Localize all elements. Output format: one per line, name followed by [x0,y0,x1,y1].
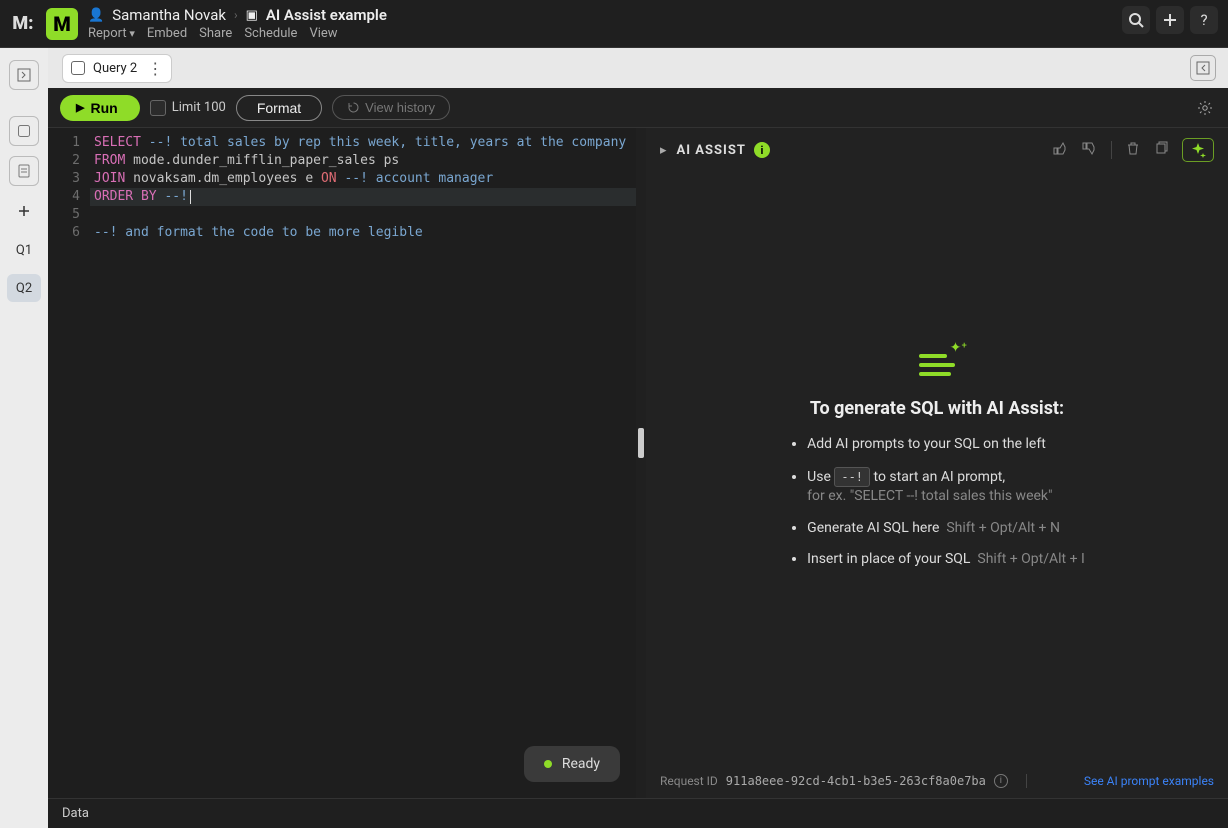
workspace-logo-icon[interactable]: M [46,8,78,40]
user-icon: 👤 [88,8,104,23]
chart-icon [17,124,31,138]
thumbs-up-icon [1053,141,1068,156]
tab-more-button[interactable]: ⋮ [147,59,163,78]
thumbs-up-button[interactable] [1053,141,1068,160]
request-id-label: Request ID [660,774,718,788]
rail-add-button[interactable] [9,196,39,226]
menu-schedule[interactable]: Schedule [244,26,297,41]
ai-hero-icon: ✦⁺ [919,354,955,378]
menu-view[interactable]: View [309,26,337,41]
gear-icon [1197,100,1213,116]
settings-button[interactable] [1194,97,1216,119]
kbd-prompt: --! [834,467,870,488]
panel-toggle-button[interactable] [9,60,39,90]
menu-embed[interactable]: Embed [147,26,187,41]
left-rail: Q1 Q2 [0,48,48,828]
thumbs-down-icon [1082,141,1097,156]
thumbs-down-button[interactable] [1082,141,1097,160]
query-2-tab[interactable]: Q2 [7,274,41,302]
breadcrumb-user[interactable]: Samantha Novak [112,6,226,24]
view-history-button[interactable]: View history [332,95,450,120]
split-handle[interactable] [636,128,646,798]
list-item: Generate AI SQL here Shift + Opt/Alt + N [807,519,1085,539]
status-dot-icon [544,760,552,768]
header-menu: Report Embed Share Schedule View [88,26,387,41]
ai-assist-heading: To generate SQL with AI Assist: [810,398,1064,419]
chevron-right-icon[interactable]: ▸ [660,143,667,158]
editor-gutter: 1 2 3 4 5 6 [48,128,90,798]
panel-toggle-icon [17,68,31,82]
list-item: Add AI prompts to your SQL on the left [807,435,1085,455]
trash-icon [1126,141,1140,155]
list-item: Insert in place of your SQL Shift + Opt/… [807,550,1085,570]
ai-assist-footer: Request ID 911a8eee-92cd-4cb1-b3e5-263cf… [646,764,1228,798]
search-icon [1128,12,1144,28]
data-tab[interactable]: Data [62,806,89,821]
sparkle-icon [1190,142,1206,158]
ai-assist-header: ▸ AI ASSIST i [646,128,1228,172]
panel-collapse-button[interactable] [1190,55,1216,81]
editor-code[interactable]: SELECT --! total sales by rep this week,… [90,128,636,798]
search-button[interactable] [1122,6,1150,34]
limit-toggle[interactable]: Limit 100 [150,100,226,116]
app-logo-icon[interactable]: M: [10,10,36,36]
ai-assist-title: AI ASSIST [677,143,746,158]
add-button[interactable] [1156,6,1184,34]
divider [1026,774,1027,788]
limit-label: Limit 100 [172,100,226,115]
breadcrumb: 👤 Samantha Novak › ▣ AI Assist example [88,6,387,24]
database-icon [71,61,85,75]
query-1-tab[interactable]: Q1 [7,236,41,264]
menu-report[interactable]: Report [88,26,135,41]
ai-assist-instructions: Add AI prompts to your SQL on the left U… [789,435,1085,582]
app-header: M: M 👤 Samantha Novak › ▣ AI Assist exam… [0,0,1228,48]
info-badge-icon[interactable]: i [754,142,770,158]
copy-icon [1154,141,1168,155]
document-icon [17,164,31,178]
ai-assist-body: ✦⁺ To generate SQL with AI Assist: Add A… [646,172,1228,764]
page-title[interactable]: AI Assist example [266,6,387,24]
list-item: Use --! to start an AI prompt, for ex. "… [807,467,1085,507]
divider [1111,141,1112,159]
bottom-bar: Data [48,798,1228,828]
menu-share[interactable]: Share [199,26,232,41]
help-button[interactable]: ? [1190,6,1218,34]
status-pill: Ready [524,746,620,782]
delete-button[interactable] [1126,141,1140,159]
run-button[interactable]: Run [60,95,140,121]
history-icon [347,101,360,114]
limit-checkbox[interactable] [150,100,166,116]
editor-cursor [190,190,191,204]
rail-report-button[interactable] [9,156,39,186]
ai-assist-panel: ▸ AI ASSIST i [646,128,1228,798]
status-label: Ready [562,756,600,772]
plus-icon [1163,13,1177,27]
ai-icon: ▣ [246,8,258,23]
panel-collapse-icon [1196,61,1210,75]
query-toolbar: Run Limit 100 Format View history [48,88,1228,128]
info-icon[interactable]: i [994,774,1008,788]
query-tabbar: Query 2 ⋮ [48,48,1228,88]
rail-chart-button[interactable] [9,116,39,146]
ai-generate-button[interactable] [1182,138,1214,162]
sql-editor[interactable]: 1 2 3 4 5 6 SELECT --! total sales by re… [48,128,636,798]
split-grip-icon [638,428,644,458]
format-button[interactable]: Format [236,95,322,121]
request-id-value: 911a8eee-92cd-4cb1-b3e5-263cf8a0e7ba [726,774,986,788]
breadcrumb-separator: › [234,8,238,22]
query-tab-label: Query 2 [93,61,137,76]
query-tab[interactable]: Query 2 ⋮ [62,54,172,83]
main-split: 1 2 3 4 5 6 SELECT --! total sales by re… [48,128,1228,798]
ai-examples-link[interactable]: See AI prompt examples [1084,774,1214,788]
plus-icon [18,205,30,217]
copy-button[interactable] [1154,141,1168,159]
